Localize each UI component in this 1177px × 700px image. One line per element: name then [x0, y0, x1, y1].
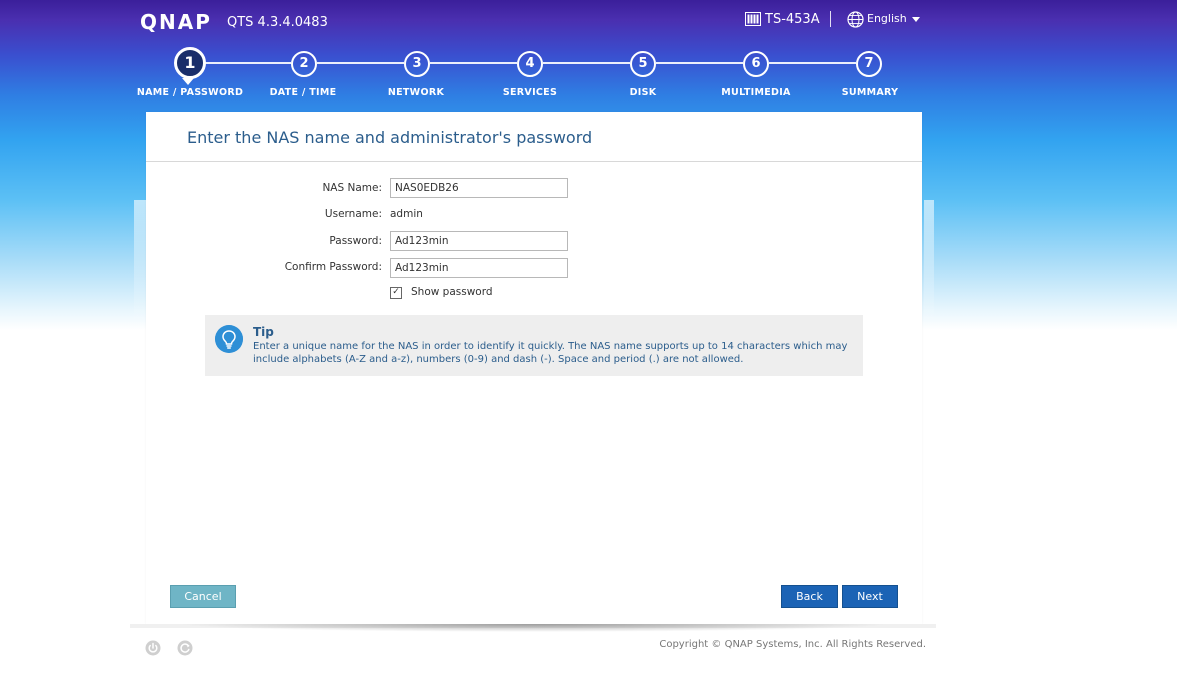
step-connector: [543, 62, 630, 64]
panel-shadow: [176, 624, 891, 632]
panel-right-glow: [924, 200, 934, 330]
device-name: TS-453A: [765, 12, 820, 27]
step-4-circle: 4: [517, 51, 543, 77]
step-connector: [430, 62, 517, 64]
step-2-label: DATE / TIME: [269, 87, 337, 98]
confirm-password-input[interactable]: [390, 258, 568, 278]
restart-icon[interactable]: [177, 640, 193, 656]
step-5-circle: 5: [630, 51, 656, 77]
password-input[interactable]: [390, 231, 568, 251]
lightbulb-icon: [215, 325, 243, 353]
power-icon[interactable]: [145, 640, 161, 656]
password-label: Password:: [329, 235, 382, 247]
next-button[interactable]: Next: [842, 585, 898, 608]
step-connector: [317, 62, 404, 64]
firmware-version: QTS 4.3.4.0483: [227, 15, 328, 30]
language-selector[interactable]: English: [867, 12, 907, 25]
step-7-circle: 7: [856, 51, 882, 77]
step-1-label: NAME / PASSWORD: [136, 87, 244, 98]
show-password-checkbox[interactable]: ✓: [390, 287, 402, 299]
step-3-circle: 3: [404, 51, 430, 77]
header-separator: [830, 11, 831, 27]
back-button[interactable]: Back: [781, 585, 838, 608]
step-7-label: SUMMARY: [841, 87, 899, 98]
nas-name-label: NAS Name:: [322, 182, 382, 194]
username-value: admin: [390, 208, 423, 220]
step-6-label: MULTIMEDIA: [721, 87, 791, 98]
show-password-label[interactable]: Show password: [411, 286, 493, 298]
username-label: Username:: [324, 208, 382, 220]
step-6-circle: 6: [743, 51, 769, 77]
nas-name-input[interactable]: [390, 178, 568, 198]
step-3-label: NETWORK: [387, 87, 445, 98]
cancel-button[interactable]: Cancel: [170, 585, 236, 608]
step-2-circle: 2: [291, 51, 317, 77]
confirm-password-label: Confirm Password:: [284, 261, 382, 273]
chevron-down-icon[interactable]: [912, 17, 920, 22]
globe-icon[interactable]: [847, 11, 864, 28]
step-connector: [769, 62, 856, 64]
copyright-text: Copyright © QNAP Systems, Inc. All Right…: [659, 639, 926, 650]
tip-title: Tip: [253, 325, 274, 339]
step-connector: [205, 62, 291, 64]
step-connector: [656, 62, 743, 64]
page-title: Enter the NAS name and administrator's p…: [187, 128, 593, 147]
active-step-pointer: [182, 78, 194, 85]
step-4-label: SERVICES: [502, 87, 558, 98]
title-divider: [146, 161, 922, 162]
tip-text: Enter a unique name for the NAS in order…: [253, 341, 848, 365]
qnap-logo: QNAP: [140, 10, 212, 34]
step-5-label: DISK: [629, 87, 657, 98]
nas-device-icon: [745, 12, 761, 26]
step-1-circle: 1: [174, 47, 206, 79]
